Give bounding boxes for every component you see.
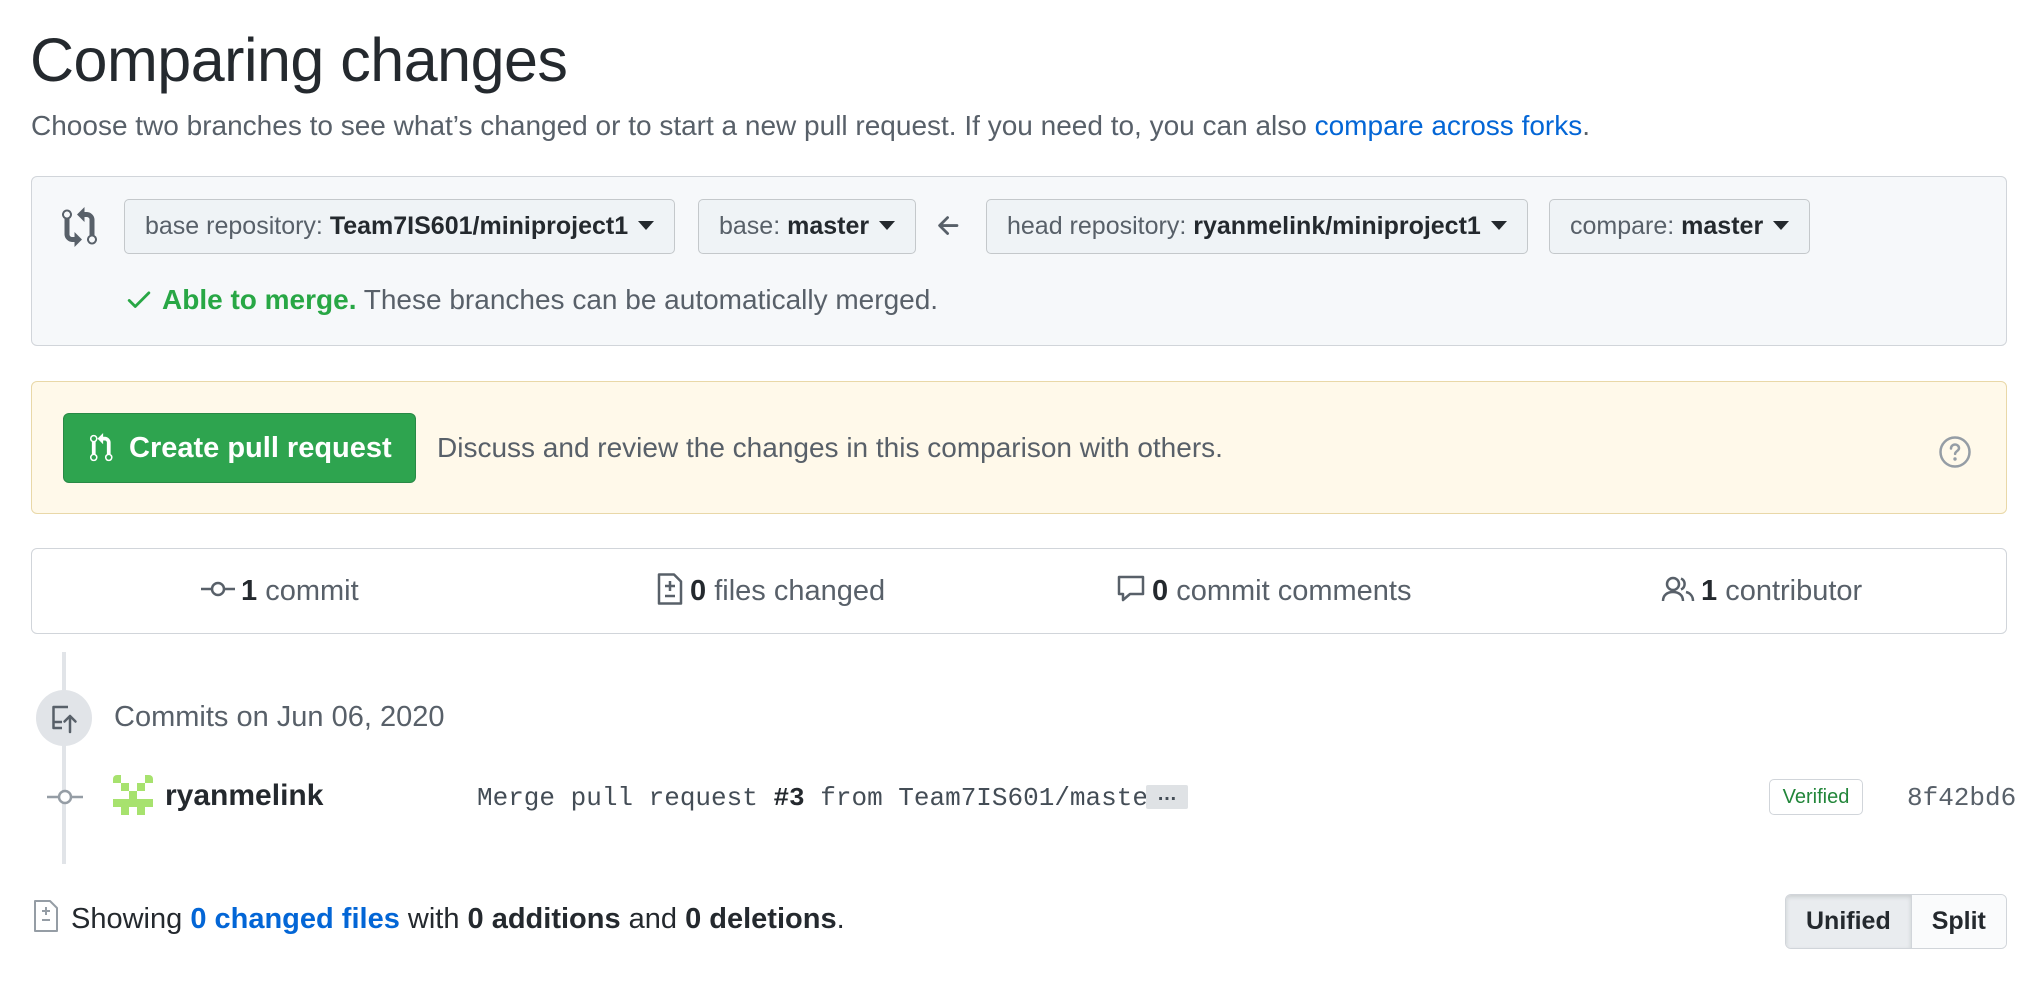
base-branch-label: base: <box>719 212 788 240</box>
git-commit-icon <box>201 582 235 597</box>
files-label: files changed <box>706 575 886 607</box>
create-pull-request-description: Discuss and review the changes in this c… <box>437 432 1223 463</box>
caret-down-icon <box>638 220 655 230</box>
pull-request-ref-link[interactable]: #3 <box>773 783 804 813</box>
expand-commit-message-button[interactable]: … <box>1146 784 1188 809</box>
range-editor: base repository: Team7IS601/miniproject1… <box>31 176 2007 346</box>
merge-status-text: These branches can be automatically merg… <box>356 284 939 315</box>
commit-message-pre: Merge pull request <box>477 783 774 813</box>
with-text: with <box>399 903 468 935</box>
deletions-count: 0 deletions <box>685 903 837 935</box>
contributors-label: contributor <box>1717 575 1863 607</box>
changed-files-link[interactable]: 0 changed files <box>190 903 400 935</box>
showing-text: Showing <box>71 903 191 935</box>
timeline-line <box>62 652 66 864</box>
contributors-summary[interactable]: 1 contributor <box>1661 549 1862 633</box>
commits-summary[interactable]: 1 commit <box>201 549 359 633</box>
git-pull-request-icon <box>90 433 113 462</box>
repo-push-badge <box>36 690 92 746</box>
diff-view-toggle: Unified Split <box>1785 894 2007 949</box>
commit-author-link[interactable]: ryanmelink <box>165 778 323 814</box>
page-title: Comparing changes <box>30 26 568 94</box>
base-repository-select[interactable]: base repository: Team7IS601/miniproject1 <box>124 199 676 254</box>
comments-count: 0 <box>1152 575 1169 607</box>
repo-push-icon <box>52 705 77 734</box>
base-repo-label: base repository: <box>145 212 330 240</box>
compare-branch-value: master <box>1681 212 1764 240</box>
merge-status: Able to merge. These branches can be aut… <box>124 277 938 323</box>
verified-badge[interactable]: Verified <box>1769 779 1863 815</box>
commits-date-heading: Commits on Jun 06, 2020 <box>114 701 445 733</box>
unified-view-button[interactable]: Unified <box>1786 895 1912 948</box>
files-count: 0 <box>690 575 707 607</box>
and-text: and <box>620 903 686 935</box>
avatar[interactable] <box>113 775 153 815</box>
comments-label: commit comments <box>1168 575 1412 607</box>
compare-across-forks-link[interactable]: compare across forks <box>1315 110 1583 141</box>
commits-count: 1 <box>241 575 258 607</box>
commit-message-link[interactable]: Merge pull request #3 from Team7IS601/ma… <box>477 782 1164 814</box>
file-diff-icon <box>657 573 683 606</box>
merge-ok-label: Able to merge. <box>162 284 357 315</box>
caret-down-icon <box>879 220 896 230</box>
base-branch-value: master <box>787 212 870 240</box>
create-pull-request-button[interactable]: Create pull request <box>63 413 416 483</box>
subtitle-end: . <box>1582 110 1591 141</box>
compare-branch-label: compare: <box>1570 212 1682 240</box>
head-repository-select[interactable]: head repository: ryanmelink/miniproject1 <box>986 199 1528 254</box>
split-view-button[interactable]: Split <box>1911 895 2006 948</box>
base-branch-select[interactable]: base: master <box>698 199 917 254</box>
question-icon[interactable] <box>1938 435 1972 469</box>
compare-branch-select[interactable]: compare: master <box>1549 199 1811 254</box>
comments-summary[interactable]: 0 commit comments <box>1116 549 1411 633</box>
create-pull-request-label: Create pull request <box>129 432 392 464</box>
base-repo-value: Team7IS601/miniproject1 <box>329 212 629 240</box>
people-icon <box>1661 577 1695 602</box>
comparison-summary: 1 commit 0 files changed 0 commit commen… <box>31 548 2007 634</box>
head-repo-value: ryanmelink/miniproject1 <box>1193 212 1481 240</box>
files-changed-summary[interactable]: 0 files changed <box>656 549 885 633</box>
commit-sha-link[interactable]: 8f42bd6 <box>1907 782 2016 814</box>
comment-icon <box>1117 576 1145 602</box>
subtitle-text: Choose two branches to see what’s change… <box>31 110 1315 141</box>
diff-summary: Showing 0 changed files with 0 additions… <box>71 901 845 937</box>
end-text: . <box>836 903 845 935</box>
caret-down-icon <box>1773 220 1790 230</box>
commit-message-post: from Team7IS601/master <box>804 783 1164 813</box>
arrow-left-icon <box>938 216 959 235</box>
commits-label: commit <box>257 575 359 607</box>
file-diff-icon <box>34 900 58 932</box>
git-compare-icon <box>62 207 97 247</box>
check-icon <box>127 291 151 308</box>
create-pull-request-box: Create pull request Discuss and review t… <box>31 381 2007 514</box>
head-repo-label: head repository: <box>1007 212 1194 240</box>
git-commit-icon <box>47 789 83 805</box>
compare-page: Comparing changes Choose two branches to… <box>0 0 2040 998</box>
additions-count: 0 additions <box>467 903 621 935</box>
contributors-count: 1 <box>1701 575 1718 607</box>
caret-down-icon <box>1490 220 1507 230</box>
page-subtitle: Choose two branches to see what’s change… <box>31 108 1590 144</box>
